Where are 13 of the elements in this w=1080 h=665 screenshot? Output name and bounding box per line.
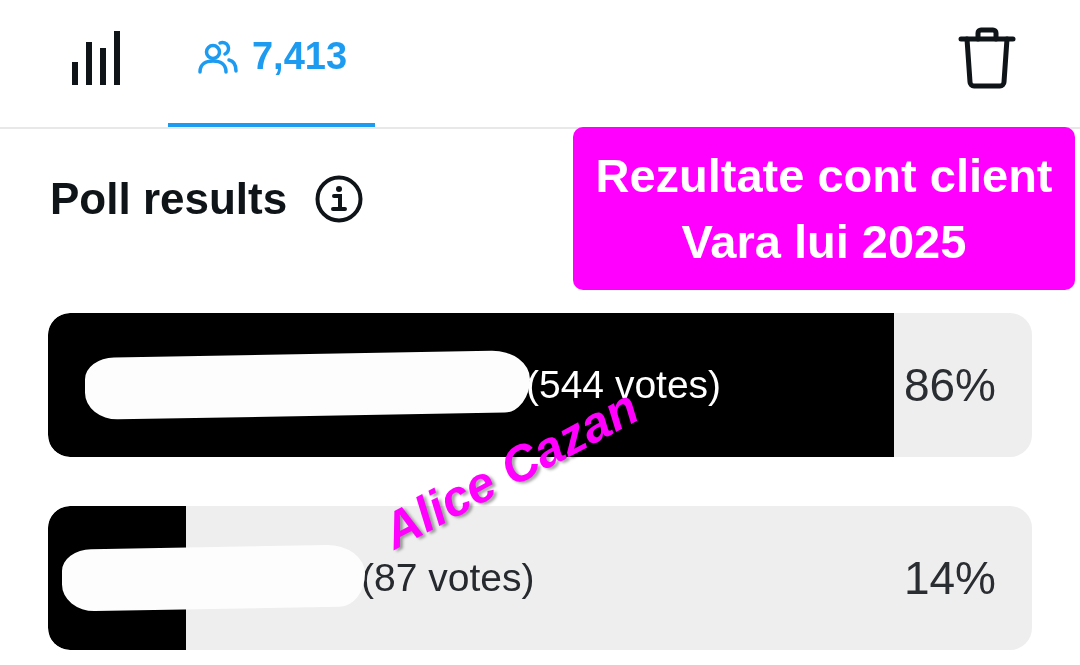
voters-tab[interactable]: 7,413 (168, 0, 375, 127)
vote-count: (87 votes) (361, 556, 535, 600)
caption-text: Rezultate cont client (595, 147, 1053, 204)
info-button[interactable] (315, 175, 364, 223)
poll-results-heading: Poll results (50, 174, 288, 224)
vote-percent: 86% (903, 358, 996, 412)
bar-chart-icon (72, 30, 120, 85)
vote-percent: 14% (903, 551, 996, 605)
info-icon (315, 175, 364, 223)
people-icon (197, 39, 238, 74)
trash-icon (958, 26, 1016, 89)
caption-text: Vara lui 2025 (681, 213, 967, 270)
delete-button[interactable] (958, 26, 1016, 89)
